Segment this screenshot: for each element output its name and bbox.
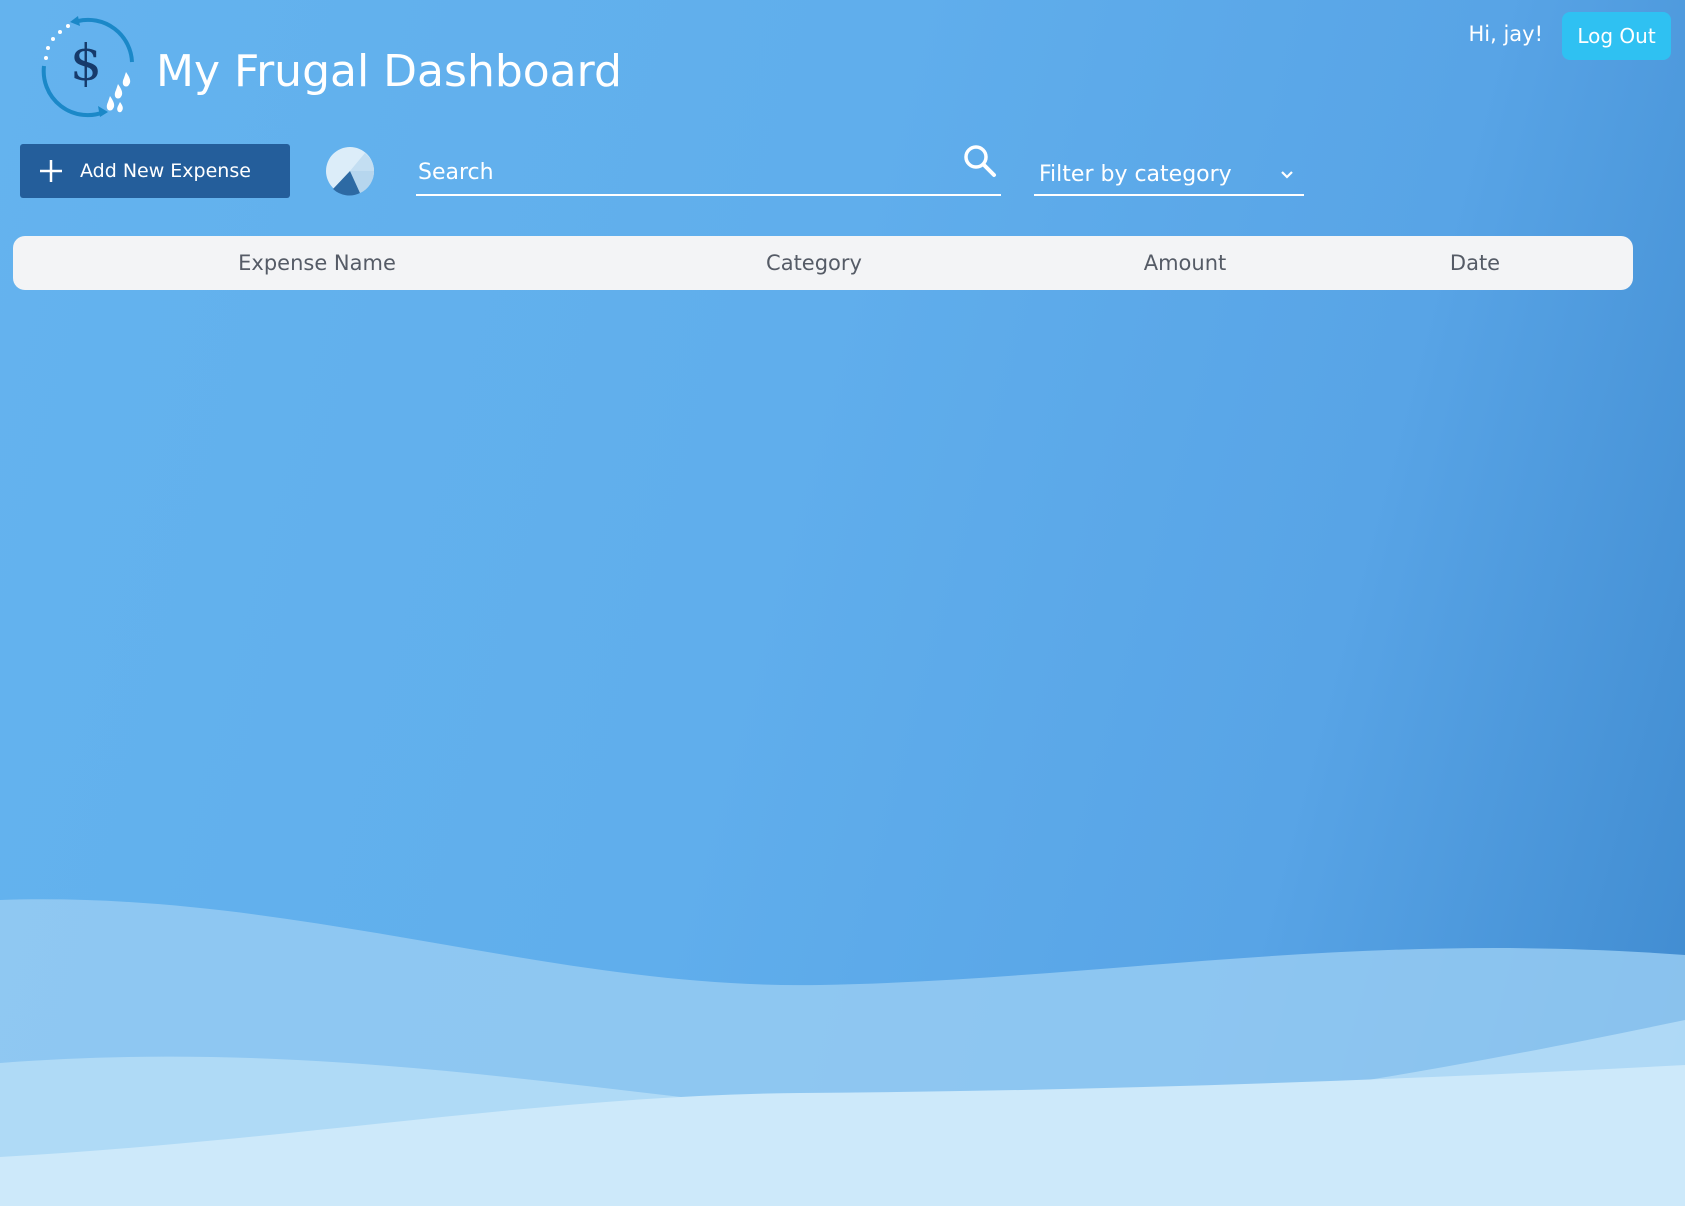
column-header-date[interactable]: Date: [1450, 236, 1500, 290]
column-header-amount[interactable]: Amount: [1144, 236, 1227, 290]
pie-chart-icon[interactable]: [325, 146, 375, 196]
logout-button[interactable]: Log Out: [1562, 12, 1671, 60]
dollar-cycle-logo-icon: $: [38, 14, 140, 118]
add-new-expense-button[interactable]: Add New Expense: [20, 144, 290, 198]
category-filter-select[interactable]: Filter by category: [1034, 150, 1304, 196]
search-field: [416, 140, 1001, 196]
user-greeting: Hi, jay!: [1468, 22, 1543, 46]
plus-icon: [40, 160, 62, 182]
search-input[interactable]: [418, 154, 938, 190]
category-filter-label: Filter by category: [1039, 162, 1232, 187]
app-title: My Frugal Dashboard: [156, 46, 622, 97]
chevron-down-icon: [1281, 171, 1293, 179]
svg-text:$: $: [70, 34, 102, 92]
add-new-expense-label: Add New Expense: [80, 160, 251, 182]
column-header-category[interactable]: Category: [766, 236, 862, 290]
expense-table-header: Expense Name Category Amount Date: [13, 236, 1633, 290]
search-icon[interactable]: [963, 144, 997, 178]
column-header-expense-name[interactable]: Expense Name: [238, 236, 396, 290]
